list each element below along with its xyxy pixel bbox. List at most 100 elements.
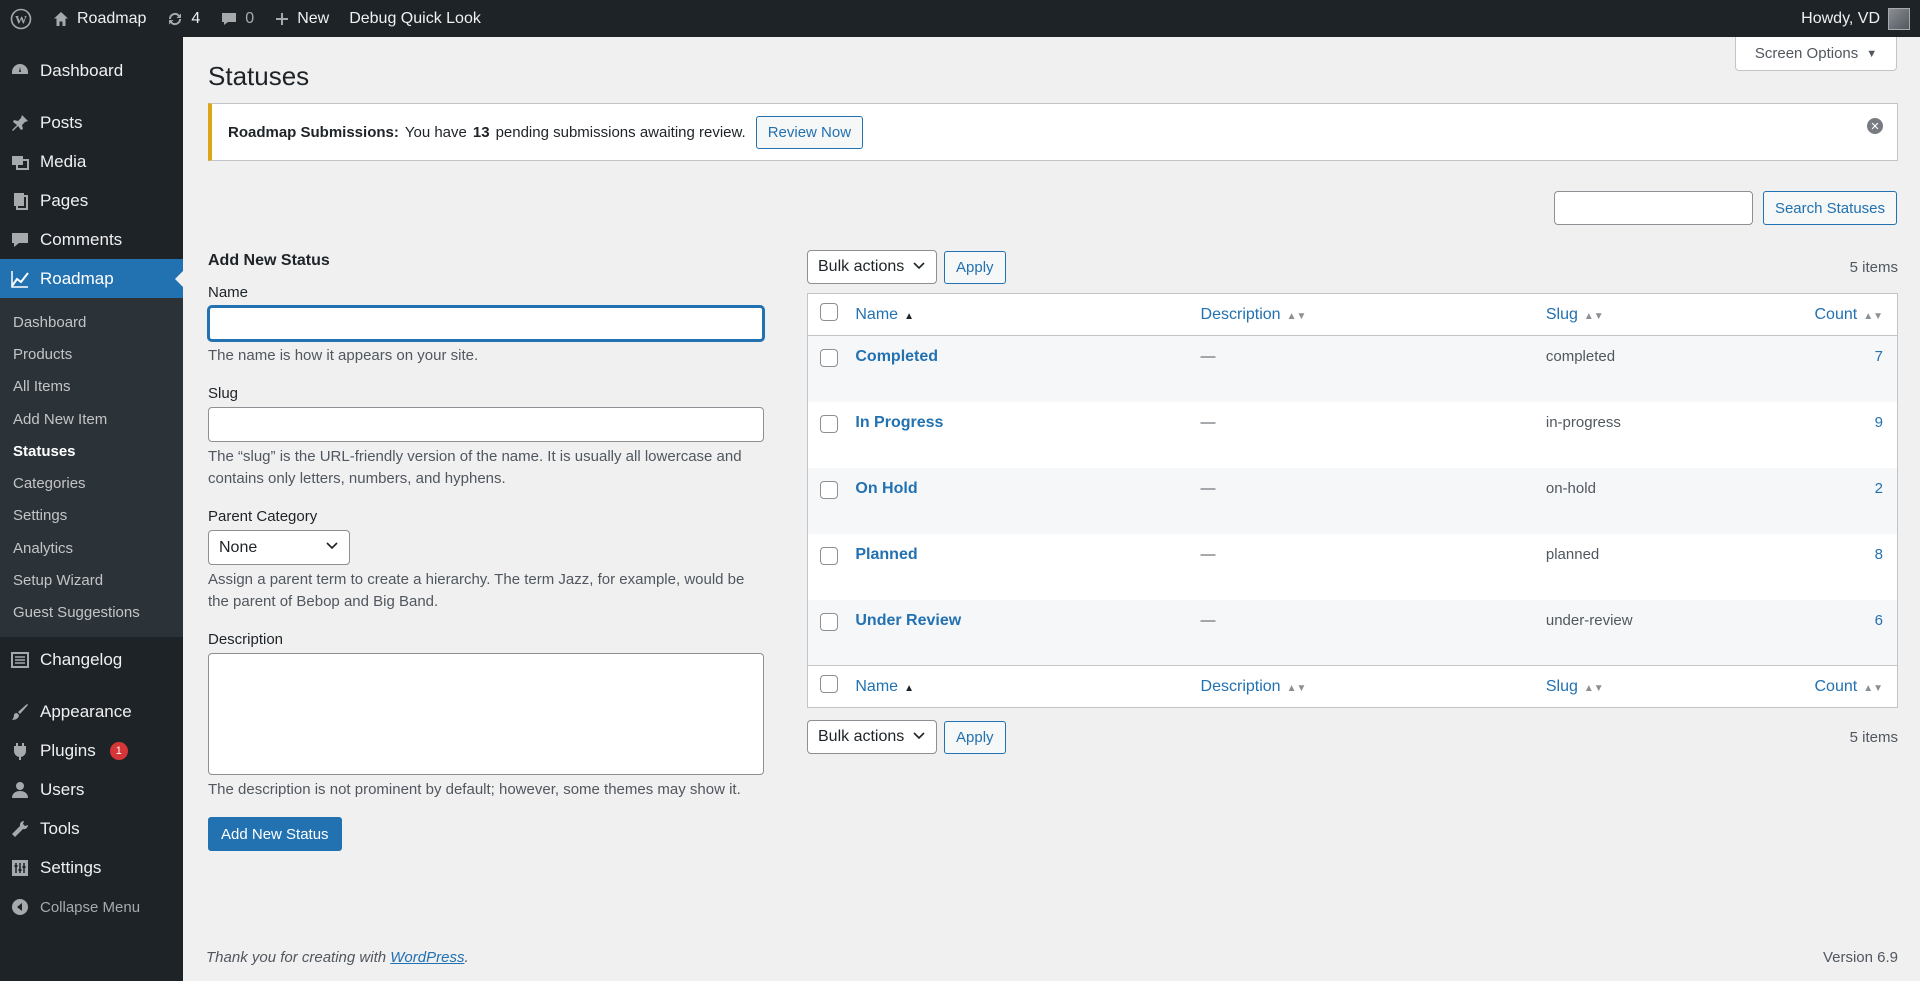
debug-quick-look-menu[interactable]: Debug Quick Look bbox=[339, 0, 491, 37]
submenu-item-add-new-item[interactable]: Add New Item bbox=[0, 403, 183, 435]
sidebar-item-changelog[interactable]: Changelog bbox=[0, 641, 183, 680]
sidebar-item-pages[interactable]: Pages bbox=[0, 181, 183, 220]
column-label: Description bbox=[1200, 677, 1281, 695]
count-link[interactable]: 8 bbox=[1875, 546, 1883, 563]
select-all-cell bbox=[807, 665, 856, 708]
sidebar-item-settings[interactable]: Settings bbox=[0, 849, 183, 888]
column-header-slug[interactable]: Slug ▲▼ bbox=[1545, 293, 1815, 336]
row-checkbox[interactable] bbox=[820, 349, 838, 367]
screen-options-label: Screen Options bbox=[1754, 45, 1859, 62]
tablenav-bottom: Bulk actions Apply 5 items bbox=[807, 720, 1898, 754]
slug-label: Slug bbox=[208, 385, 239, 402]
status-name-link[interactable]: On Hold bbox=[855, 480, 917, 497]
sidebar-item-tools[interactable]: Tools bbox=[0, 810, 183, 849]
submenu-item-analytics[interactable]: Analytics bbox=[0, 532, 183, 564]
row-checkbox[interactable] bbox=[820, 546, 838, 565]
column-footer-name[interactable]: Name ▲ bbox=[855, 665, 1201, 708]
admin-bar: W Roadmap 4 0 New Debug Quick Look Howdy… bbox=[0, 0, 1920, 37]
sidebar-item-comments[interactable]: Comments bbox=[0, 220, 183, 259]
wordpress-link[interactable]: WordPress bbox=[390, 949, 464, 966]
dismiss-icon[interactable]: ✕ bbox=[1867, 118, 1883, 134]
bulk-actions-select[interactable]: Bulk actions bbox=[807, 250, 937, 284]
row-checkbox[interactable] bbox=[820, 480, 838, 499]
table-row: Planned — planned 8 bbox=[808, 534, 1898, 600]
slug-field[interactable] bbox=[208, 407, 764, 442]
home-icon bbox=[54, 11, 68, 26]
sidebar-item-dashboard[interactable]: Dashboard bbox=[0, 51, 183, 90]
site-name-menu[interactable]: Roadmap bbox=[42, 0, 156, 37]
column-footer-slug[interactable]: Slug ▲▼ bbox=[1545, 665, 1815, 708]
column-footer-description[interactable]: Description ▲▼ bbox=[1200, 665, 1546, 708]
submenu-item-setup-wizard[interactable]: Setup Wizard bbox=[0, 564, 183, 596]
sidebar-item-roadmap[interactable]: Roadmap bbox=[0, 259, 183, 298]
wordpress-logo-menu[interactable]: W bbox=[0, 0, 42, 37]
sidebar-item-media[interactable]: Media bbox=[0, 142, 183, 181]
count-link[interactable]: 6 bbox=[1875, 612, 1883, 629]
description-textarea[interactable] bbox=[208, 653, 764, 775]
sidebar-item-posts[interactable]: Posts bbox=[0, 103, 183, 142]
wordpress-logo-icon: W bbox=[10, 8, 32, 29]
count-link[interactable]: 7 bbox=[1875, 348, 1883, 365]
column-label: Count bbox=[1814, 305, 1858, 323]
status-name-link[interactable]: Planned bbox=[855, 546, 917, 563]
select-all-checkbox[interactable] bbox=[820, 303, 838, 321]
table-row: Under Review — under-review 6 bbox=[807, 599, 1898, 666]
my-account-menu[interactable]: Howdy, VD bbox=[1801, 7, 1920, 30]
sidebar-item-users[interactable]: Users bbox=[0, 771, 183, 810]
column-header-name[interactable]: Name ▲ bbox=[855, 293, 1201, 336]
description-label: Description bbox=[208, 631, 284, 648]
add-new-status-button[interactable]: Add New Status bbox=[208, 817, 342, 851]
collapse-menu-button[interactable]: Collapse Menu bbox=[0, 888, 183, 927]
items-count: 5 items bbox=[1849, 728, 1898, 746]
comments-count: 0 bbox=[245, 9, 255, 27]
search-statuses-button[interactable]: Search Statuses bbox=[1762, 191, 1897, 225]
count-link[interactable]: 2 bbox=[1875, 480, 1883, 497]
apply-button[interactable]: Apply bbox=[944, 720, 1006, 754]
sidebar-item-plugins[interactable]: Plugins 1 bbox=[0, 732, 183, 771]
review-now-button[interactable]: Review Now bbox=[755, 115, 864, 149]
new-content-menu[interactable]: New bbox=[264, 0, 339, 37]
table-row: In Progress — in-progress 9 bbox=[808, 402, 1898, 468]
screen-options-button[interactable]: Screen Options ▼ bbox=[1735, 37, 1897, 71]
svg-text:W: W bbox=[15, 12, 27, 26]
submenu-item-settings[interactable]: Settings bbox=[0, 500, 183, 532]
submenu-item-categories[interactable]: Categories bbox=[0, 467, 183, 499]
chevron-down-icon bbox=[912, 258, 926, 277]
column-label: Slug bbox=[1545, 305, 1578, 323]
sidebar-item-appearance[interactable]: Appearance bbox=[0, 693, 183, 732]
table-row: On Hold — on-hold 2 bbox=[807, 467, 1898, 534]
column-label: Name bbox=[855, 677, 899, 695]
submenu-item-dashboard[interactable]: Dashboard bbox=[0, 306, 183, 338]
status-name-link[interactable]: Completed bbox=[855, 348, 938, 365]
apply-button[interactable]: Apply bbox=[944, 250, 1006, 284]
select-all-checkbox[interactable] bbox=[820, 675, 838, 693]
plugin-icon bbox=[10, 741, 30, 761]
column-header-description[interactable]: Description ▲▼ bbox=[1200, 293, 1546, 336]
row-checkbox-cell bbox=[808, 336, 856, 402]
submenu-item-all-items[interactable]: All Items bbox=[0, 371, 183, 403]
comments-menu[interactable]: 0 bbox=[210, 0, 264, 37]
row-slug: on-hold bbox=[1545, 479, 1596, 497]
submenu-item-guest-suggestions[interactable]: Guest Suggestions bbox=[0, 597, 183, 629]
row-checkbox[interactable] bbox=[820, 414, 838, 433]
column-header-count[interactable]: Count ▲▼ bbox=[1814, 293, 1898, 336]
bulk-actions-select[interactable]: Bulk actions bbox=[807, 720, 937, 754]
submenu-item-products[interactable]: Products bbox=[0, 338, 183, 370]
row-checkbox[interactable] bbox=[820, 612, 838, 631]
status-name-link[interactable]: Under Review bbox=[855, 612, 961, 629]
footer-period: . bbox=[464, 949, 469, 966]
bulk-actions-label: Bulk actions bbox=[818, 258, 905, 275]
updates-menu[interactable]: 4 bbox=[156, 0, 210, 37]
count-link[interactable]: 9 bbox=[1875, 414, 1883, 431]
submenu-item-statuses[interactable]: Statuses bbox=[0, 435, 183, 467]
search-input[interactable] bbox=[1553, 191, 1753, 225]
name-field[interactable] bbox=[208, 306, 764, 341]
sort-icon: ▲▼ bbox=[1583, 682, 1604, 694]
settings-sliders-icon bbox=[10, 858, 30, 878]
row-name-cell: Planned bbox=[855, 534, 1200, 600]
status-name-link[interactable]: In Progress bbox=[855, 414, 943, 431]
column-footer-count[interactable]: Count ▲▼ bbox=[1814, 665, 1898, 708]
pages-icon bbox=[10, 191, 30, 211]
column-label: Name bbox=[855, 305, 899, 323]
parent-category-select[interactable]: None bbox=[208, 530, 350, 565]
